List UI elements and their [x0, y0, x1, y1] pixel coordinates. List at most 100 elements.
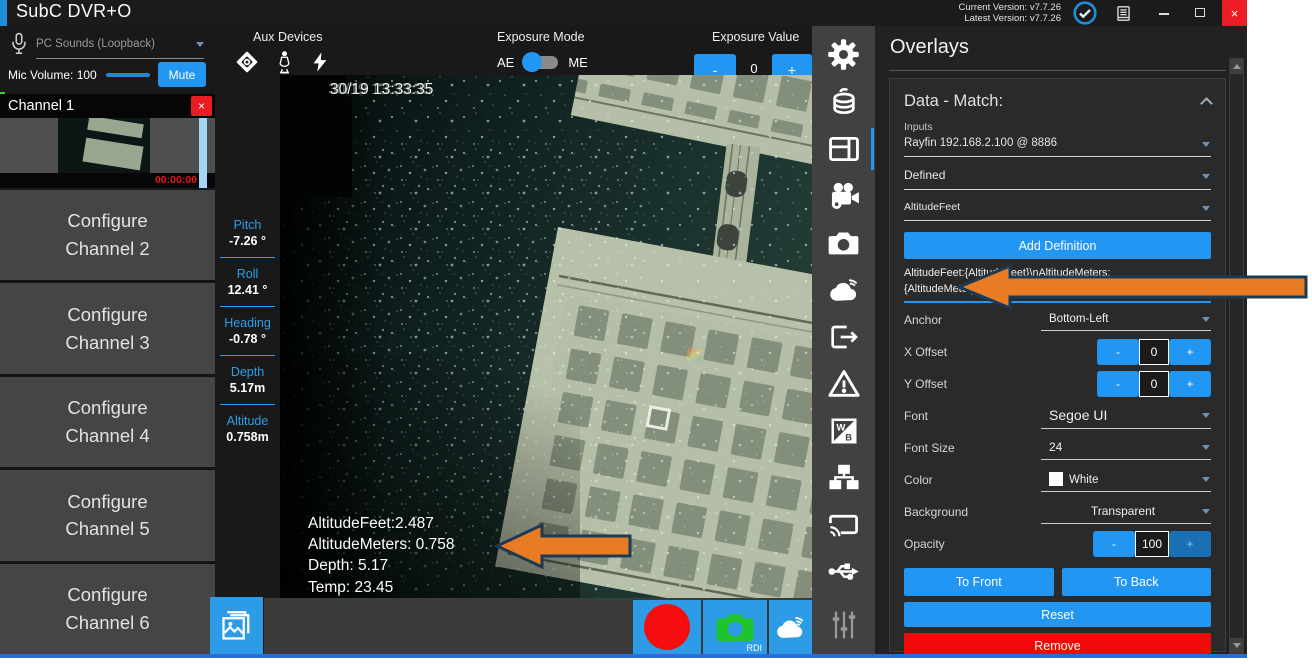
opacity-row: Opacity - 100 +: [904, 529, 1211, 559]
telemetry-pitch: Pitch -7.26 °: [215, 212, 280, 254]
color-label: Color: [904, 473, 933, 487]
configure-channel-4[interactable]: Configure Channel 4: [0, 377, 215, 467]
data-overlay-text: AltitudeFeet:2.487 AltitudeMeters: 0.758…: [308, 513, 454, 598]
rdi-label: RDI: [747, 643, 763, 653]
to-back-button[interactable]: To Back: [1062, 568, 1212, 596]
manual-book-icon[interactable]: [1114, 4, 1133, 23]
gallery-button[interactable]: [210, 597, 263, 654]
font-size-select[interactable]: 24: [1041, 437, 1211, 460]
current-version: Current Version: v7.7.26: [959, 2, 1061, 13]
x-offset-stepper: - 0 +: [1097, 339, 1211, 365]
configure-channel-6[interactable]: Configure Channel 6: [0, 564, 215, 654]
media-storage-icon[interactable]: [825, 83, 862, 120]
reset-button[interactable]: Reset: [904, 602, 1211, 627]
opacity-plus-button[interactable]: +: [1169, 531, 1211, 557]
telemetry-altitude: Altitude 0.758m: [215, 408, 280, 450]
toggle-knob[interactable]: [522, 52, 542, 72]
mic-volume-slider[interactable]: [106, 73, 150, 77]
divider: [36, 58, 204, 59]
exposure-mode-toggle[interactable]: [524, 56, 558, 69]
scroll-up-button[interactable]: [1230, 59, 1243, 74]
y-offset-value[interactable]: 0: [1139, 371, 1169, 397]
window-bottom-edge: [0, 654, 1247, 658]
photo-stack-icon: [219, 608, 255, 644]
anchor-select[interactable]: Bottom-Left: [1041, 310, 1211, 331]
y-offset-minus-button[interactable]: -: [1097, 371, 1139, 397]
file-export-icon[interactable]: [825, 318, 862, 355]
close-button[interactable]: ×: [1222, 0, 1247, 26]
exposure-value-label: Exposure Value: [712, 30, 799, 44]
minimize-button[interactable]: [1159, 13, 1169, 15]
cloud-upload-icon[interactable]: [825, 271, 862, 308]
screenshot-stage: SubC DVR+O Current Version: v7.7.26 Late…: [0, 0, 1312, 664]
panel-scrollbar[interactable]: [1229, 58, 1244, 654]
alerts-icon[interactable]: [825, 365, 862, 402]
microphone-icon: [8, 32, 30, 63]
opacity-value[interactable]: 100: [1135, 531, 1169, 557]
laser-icon[interactable]: [234, 49, 260, 80]
configure-channel-3[interactable]: Configure Channel 3: [0, 283, 215, 373]
adjustments-icon[interactable]: [825, 606, 862, 643]
scroll-down-button[interactable]: [1230, 638, 1243, 653]
x-offset-plus-button[interactable]: +: [1169, 339, 1211, 365]
mute-button[interactable]: Mute: [158, 62, 206, 87]
divider: [889, 70, 1226, 71]
add-definition-button[interactable]: Add Definition: [904, 232, 1211, 259]
inputs-label: Inputs: [904, 121, 1211, 133]
x-offset-minus-button[interactable]: -: [1097, 339, 1139, 365]
exposure-value: 0: [740, 61, 768, 76]
video-settings-icon[interactable]: [825, 177, 862, 214]
video-timestamp-overlay: 30/19 13:33:35: [330, 81, 433, 99]
input-source-select[interactable]: Rayfin 192.168.2.100 @ 8886: [904, 133, 1211, 157]
overlay-line: Temp: 23.45: [308, 577, 454, 598]
configure-channel-2[interactable]: Configure Channel 2: [0, 190, 215, 280]
collapse-chevron-icon[interactable]: [1200, 97, 1213, 110]
chevron-down-icon: [1202, 206, 1210, 211]
maximize-button[interactable]: [1195, 8, 1205, 17]
opacity-minus-button[interactable]: -: [1093, 531, 1135, 557]
mode-select[interactable]: Defined: [904, 164, 1211, 190]
telemetry-roll: Roll 12.41 °: [215, 261, 280, 303]
cloud-wifi-icon: [774, 614, 807, 641]
cloud-upload-button[interactable]: [769, 600, 812, 654]
anchor-label: Anchor: [904, 313, 942, 327]
y-offset-plus-button[interactable]: +: [1169, 371, 1211, 397]
white-balance-icon[interactable]: WB: [825, 412, 862, 449]
telemetry-divider: [220, 404, 275, 405]
update-check-icon[interactable]: [1073, 1, 1097, 25]
channel1-close-button[interactable]: ×: [191, 96, 212, 116]
x-offset-value[interactable]: 0: [1139, 339, 1169, 365]
chevron-down-icon: [1202, 445, 1210, 450]
screen-share-icon[interactable]: [825, 506, 862, 543]
channel1-header: Channel 1: [0, 94, 215, 118]
definition-select[interactable]: AltitudeFeet: [904, 197, 1211, 221]
exposure-mode-label: Exposure Mode: [497, 30, 585, 44]
thumbnail-panel-shape: [87, 118, 144, 138]
still-camera-icon[interactable]: [825, 224, 862, 261]
network-icon[interactable]: [825, 459, 862, 496]
channel1-thumbnail[interactable]: [58, 118, 150, 173]
me-label: ME: [568, 55, 588, 70]
color-select[interactable]: White: [1041, 469, 1211, 492]
video-bottom-bar: RDI: [264, 598, 812, 654]
y-offset-stepper: - 0 +: [1097, 371, 1211, 397]
configure-channel-5[interactable]: Configure Channel 5: [0, 470, 215, 560]
font-select[interactable]: Segoe UI: [1041, 404, 1211, 429]
usb-devices-icon[interactable]: [825, 553, 862, 590]
opacity-label: Opacity: [904, 537, 945, 551]
background-select[interactable]: Transparent: [1041, 501, 1211, 524]
color-row: Color White: [904, 465, 1211, 495]
channel-list-scrollbar[interactable]: [199, 118, 207, 188]
telemetry-divider: [220, 257, 275, 258]
audio-device-select[interactable]: PC Sounds (Loopback): [36, 38, 155, 50]
record-timer-bar: 00:00:00: [0, 173, 215, 188]
snapshot-button[interactable]: RDI: [703, 600, 767, 654]
to-front-button[interactable]: To Front: [904, 568, 1054, 596]
overlays-icon[interactable]: [825, 130, 862, 167]
record-button[interactable]: [633, 600, 701, 654]
settings-icon[interactable]: [825, 36, 862, 73]
font-size-label: Font Size: [904, 441, 955, 455]
section-header[interactable]: Data - Match:: [904, 92, 1211, 111]
telemetry-heading: Heading -0.78 °: [215, 310, 280, 352]
chevron-down-icon: [1202, 477, 1210, 482]
